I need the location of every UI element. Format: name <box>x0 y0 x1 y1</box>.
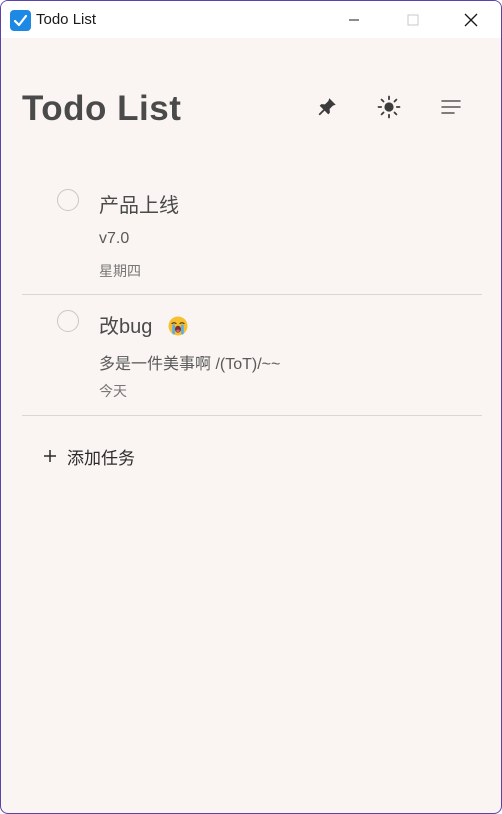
minimize-button[interactable] <box>331 1 377 38</box>
minimize-icon <box>349 19 359 20</box>
pin-button[interactable] <box>311 91 343 123</box>
app-window: Todo List Todo List 产品上线 v7.0 星期四 改bug 多… <box>0 0 502 814</box>
task-note: 多是一件美事啊 /(ToT)/~~ <box>99 356 281 373</box>
plus-icon <box>44 450 56 462</box>
theme-toggle-button[interactable] <box>373 91 405 123</box>
title-bar[interactable]: Todo List <box>1 1 501 38</box>
window-title: Todo List <box>36 11 97 28</box>
sun-icon <box>377 95 401 119</box>
menu-lines-icon <box>441 100 461 114</box>
menu-button[interactable] <box>435 91 467 123</box>
task-complete-checkbox[interactable] <box>57 189 79 211</box>
maximize-button[interactable] <box>390 1 436 38</box>
task-item[interactable]: 产品上线 v7.0 星期四 <box>22 177 482 295</box>
add-task-button[interactable]: 添加任务 <box>43 444 135 468</box>
maximize-icon <box>407 14 419 25</box>
task-title: 改bug <box>99 316 153 338</box>
add-task-label: 添加任务 <box>67 448 135 468</box>
task-date: 今天 <box>99 383 127 399</box>
pin-icon <box>318 98 336 116</box>
close-icon <box>464 13 478 26</box>
task-title: 产品上线 <box>99 195 179 217</box>
crying-face-icon <box>168 316 188 336</box>
task-title-row: 改bug <box>99 310 188 339</box>
task-note: v7.0 <box>99 230 130 247</box>
task-date: 星期四 <box>99 263 141 279</box>
task-complete-checkbox[interactable] <box>57 310 79 332</box>
close-button[interactable] <box>448 1 494 38</box>
app-checkbox-icon <box>10 10 31 31</box>
task-item[interactable]: 改bug 多是一件美事啊 /(ToT)/~~ 今天 <box>22 295 482 416</box>
page-title: Todo List <box>22 89 182 128</box>
